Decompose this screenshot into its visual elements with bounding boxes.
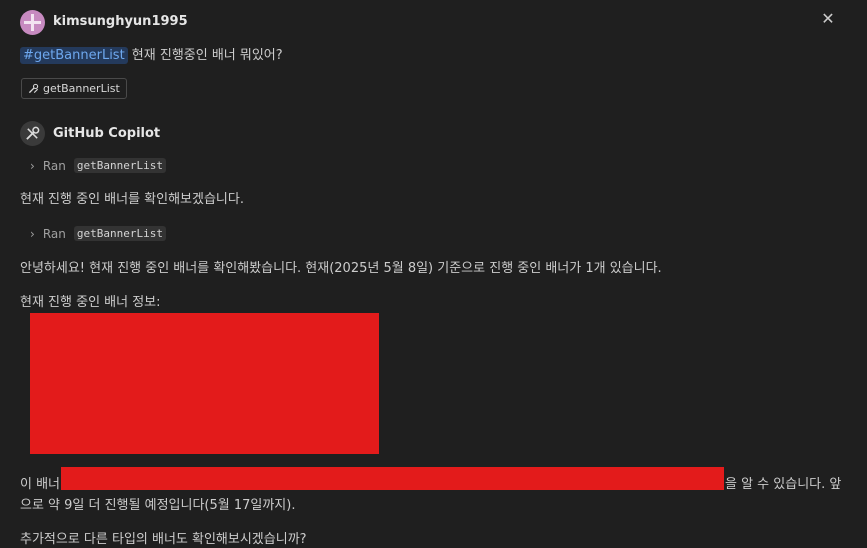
line-suffix: 을 알 수 있습니다. 앞 [725,477,842,492]
assistant-name: GitHub Copilot [53,126,161,141]
close-icon[interactable]: ✕ [820,11,836,27]
tool-name-code: getBannerList [73,226,166,241]
user-query: #getBannerList 현재 진행중인 배너 뭐있어? [20,44,283,64]
copilot-icon [26,126,40,140]
query-text: 현재 진행중인 배너 뭐있어? [127,48,283,63]
line-prefix: 이 배너 [20,477,61,492]
closing-question: 추가적으로 다른 타입의 배너도 확인해보시겠습니까? [20,532,307,547]
redacted-content-block [30,313,379,454]
ran-label: Ran [42,226,66,241]
copilot-avatar [20,121,45,146]
chevron-right-icon[interactable]: › [30,159,35,173]
message-2: 안녕하세요! 현재 진행 중인 배너를 확인해봤습니다. 현재(2025년 5월… [20,261,662,276]
user-avatar [20,10,45,35]
tool-run-row-2[interactable]: › Ran getBannerList [30,226,166,241]
tool-run-row-1[interactable]: › Ran getBannerList [30,158,166,173]
ran-label: Ran [42,158,66,173]
username: kimsunghyun1995 [53,14,188,29]
chip-label: getBannerList [43,82,120,95]
message-1: 현재 진행 중인 배너를 확인해보겠습니다. [20,192,244,207]
query-tool-tag[interactable]: #getBannerList [20,47,128,64]
tool-name-code: getBannerList [73,158,166,173]
line-continued: 으로 약 9일 더 진행될 예정입니다(5월 17일까지). [20,498,296,513]
tool-reference-chip[interactable]: getBannerList [21,78,127,99]
redacted-inline [61,467,724,490]
info-heading: 현재 진행 중인 배너 정보: [20,295,161,310]
tools-icon [28,83,39,94]
chevron-right-icon[interactable]: › [30,227,35,241]
